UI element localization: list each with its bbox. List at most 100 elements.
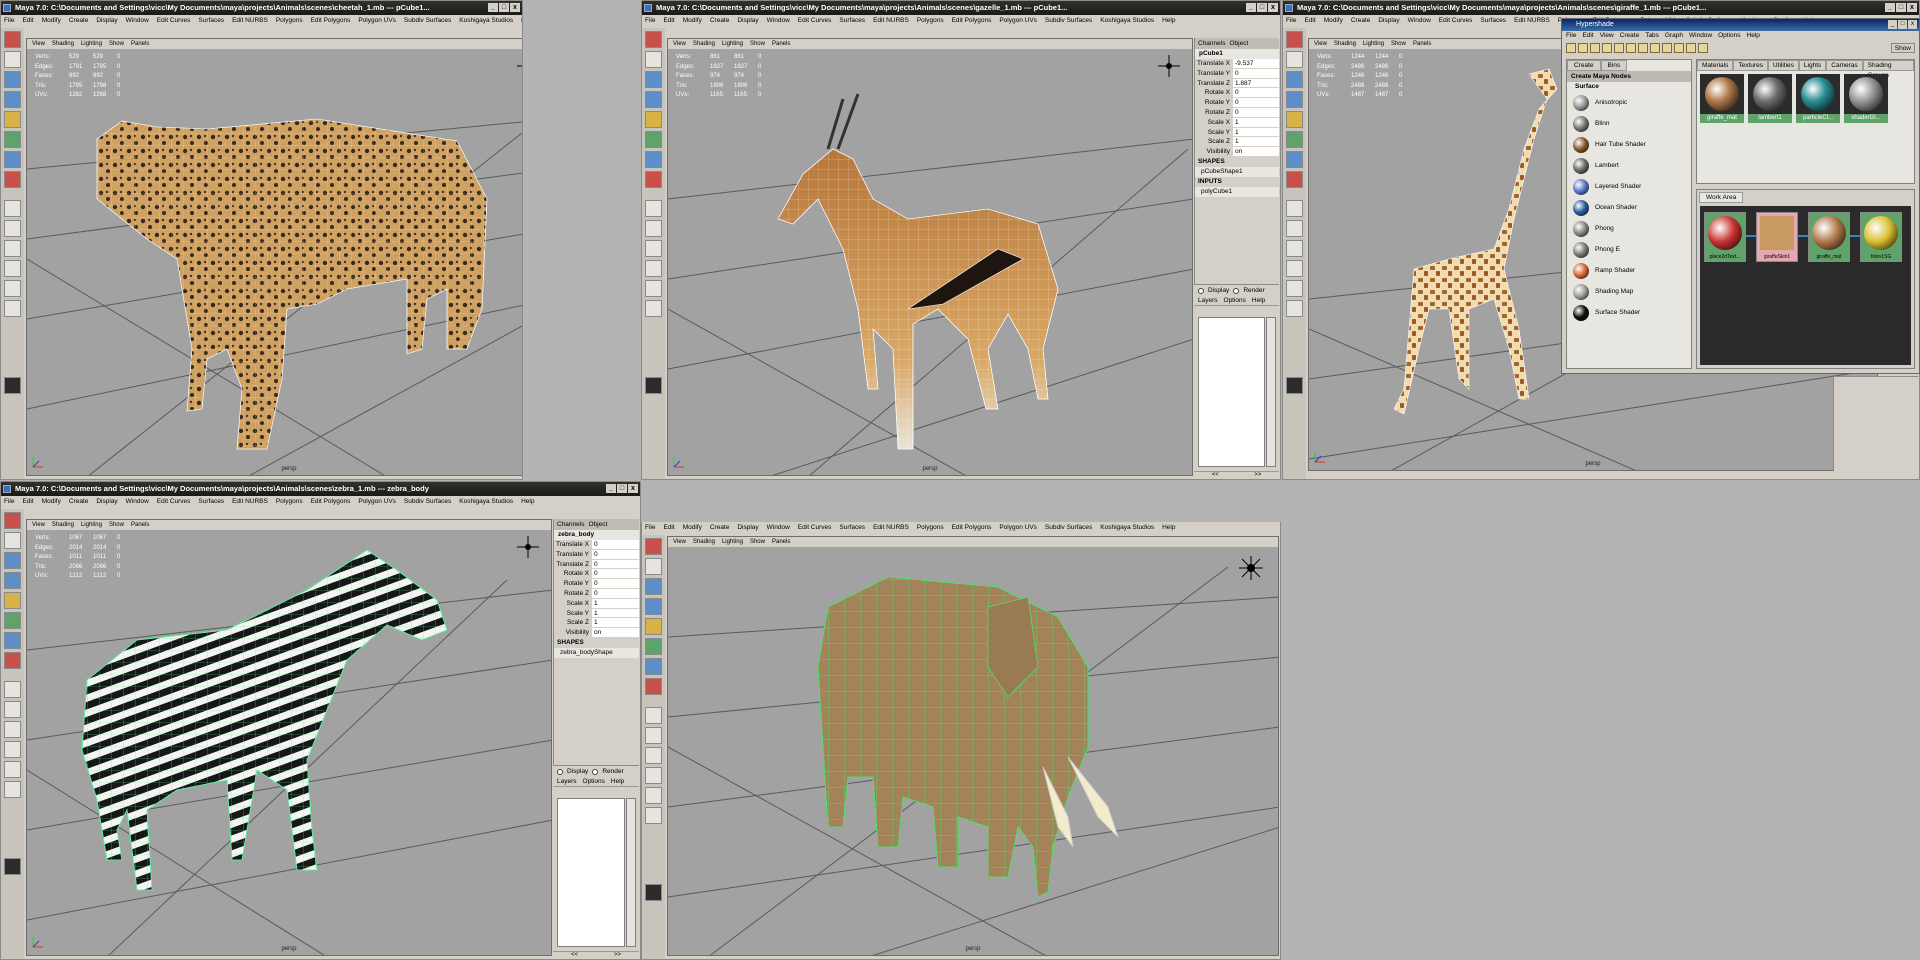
menu-item[interactable]: File [645,522,655,533]
minimize-button[interactable]: _ [1885,3,1895,12]
menu-item[interactable]: Create [1351,15,1371,26]
layout-stack-icon[interactable] [645,767,662,784]
layer-list[interactable] [1198,317,1265,467]
menu-item[interactable]: Window [767,15,790,26]
lasso-tool-icon[interactable] [4,51,21,68]
menu-item[interactable]: Polygon UVs [999,522,1037,533]
menu-item[interactable]: Polygon UVs [999,15,1037,26]
channel-value-field[interactable]: on [592,628,639,638]
layer-menu-item[interactable]: Layers [1198,297,1218,304]
shape-node[interactable]: pCubeShape1 [1195,166,1279,177]
move-tool-icon[interactable] [4,572,21,589]
menu-item[interactable]: Help [1162,15,1175,26]
paint-select-icon[interactable] [645,71,662,88]
paint-select-icon[interactable] [4,71,21,88]
channel-value-field[interactable]: 0 [592,559,639,570]
menu-item[interactable]: Create [69,496,89,507]
title-bar[interactable]: Maya 7.0: C:\Documents and Settings\vicc… [1,482,640,496]
panel-menu-item[interactable]: View [32,39,45,49]
material-swatch[interactable]: particleCl... [1796,74,1840,123]
menu-item[interactable]: Window [1689,31,1712,41]
minimize-button[interactable]: _ [488,3,498,12]
select-tool-icon[interactable] [645,538,662,555]
shape-node[interactable]: zebra_bodyShape [554,647,639,658]
material-swatch[interactable]: giraffe_mat [1700,74,1744,123]
tab-create[interactable]: Create [1567,60,1601,71]
paint-select-icon[interactable] [4,552,21,569]
shader-item[interactable]: Phong E [1567,239,1691,260]
panel-menu-item[interactable]: Panels [131,520,149,530]
scale-tool-icon[interactable] [4,612,21,629]
panel-menu-item[interactable]: Lighting [722,39,743,49]
panel-menu-item[interactable]: Show [1391,39,1406,49]
menu-item[interactable]: Modify [683,522,702,533]
viewport-persp[interactable]: View Shading Lighting Show Panels Verts:… [26,38,522,476]
menu-item[interactable]: Edit Polygons [311,15,351,26]
menu-item[interactable]: Display [737,522,758,533]
panel-menu-item[interactable]: Panels [1413,39,1431,49]
render-radio[interactable] [1233,287,1240,294]
render-radio[interactable] [592,768,599,775]
menu-item[interactable]: Modify [1324,15,1343,26]
toolbar-button-icon[interactable] [1566,43,1576,53]
channel-value-field[interactable]: 0 [1233,88,1279,99]
title-bar[interactable]: Maya 7.0: C:\Documents and Settings\vicc… [1,1,522,15]
lasso-tool-icon[interactable] [1286,51,1303,68]
menu-item[interactable]: Polygon UVs [358,496,396,507]
layer-menu-item[interactable]: Help [611,778,624,785]
scale-tool-icon[interactable] [645,131,662,148]
layout-side-icon[interactable] [4,240,21,257]
menu-item[interactable]: Edit NURBS [873,522,909,533]
scroll-right-button[interactable]: >> [614,952,621,959]
menu-item[interactable]: Display [96,496,117,507]
menu-item[interactable]: Help [1747,31,1760,41]
menu-item[interactable]: Edit [1304,15,1315,26]
menu-item[interactable]: Surfaces [1480,15,1506,26]
menu-item[interactable]: Edit NURBS [232,15,268,26]
graph-node[interactable]: blinn1SG [1860,212,1902,262]
panel-menu-item[interactable]: Lighting [81,39,102,49]
paint-select-icon[interactable] [645,578,662,595]
last-tool-icon[interactable] [4,171,21,188]
menu-item[interactable]: Tabs [1645,31,1659,41]
panel-menu-item[interactable]: Show [750,537,765,547]
toolbar-button-icon[interactable] [1602,43,1612,53]
channel-value-field[interactable]: 0 [592,588,639,599]
layout-stack-icon[interactable] [4,260,21,277]
panel-menu-item[interactable]: Lighting [1363,39,1384,49]
menu-item[interactable]: Surfaces [198,15,224,26]
menu-item[interactable]: File [1566,31,1576,41]
channel-value-field[interactable]: 1.887 [1233,78,1279,89]
channel-value-field[interactable]: 0 [592,549,639,560]
last-tool-icon[interactable] [4,652,21,669]
menu-item[interactable]: Modify [42,15,61,26]
shader-item[interactable]: Layered Shader [1567,176,1691,197]
panel-menu-item[interactable]: Lighting [722,537,743,547]
menu-item[interactable]: Edit Polygons [311,496,351,507]
tab-materials[interactable]: Materials [1697,60,1734,71]
select-tool-icon[interactable] [4,31,21,48]
manipulator-icon[interactable] [4,151,21,168]
menu-item[interactable]: Surfaces [198,496,224,507]
tab-lights[interactable]: Lights [1798,60,1827,71]
view-cube-icon[interactable] [1236,553,1266,583]
manipulator-icon[interactable] [645,658,662,675]
menu-item[interactable]: Koshigaya Studios [1100,522,1154,533]
show-button[interactable]: Show [1890,43,1915,53]
tab-textures[interactable]: Textures [1733,60,1768,71]
menu-item[interactable]: File [4,15,14,26]
channel-value-field[interactable]: on [1233,147,1279,157]
menu-item[interactable]: Display [96,15,117,26]
last-tool-icon[interactable] [1286,171,1303,188]
channel-object-name[interactable]: zebra_body [554,530,639,540]
work-area-graph[interactable]: place2dText... giraffeSkin1 giraffe_mat bli… [1700,206,1911,365]
lasso-tool-icon[interactable] [645,558,662,575]
manipulator-icon[interactable] [4,632,21,649]
menu-item[interactable]: Help [1162,522,1175,533]
title-bar[interactable]: Maya 7.0: C:\Documents and Settings\vicc… [1283,1,1919,15]
menu-item[interactable]: Display [1378,15,1399,26]
menu-item[interactable]: Polygon UVs [358,15,396,26]
layout-graph-icon[interactable] [4,300,21,317]
channel-value-field[interactable]: 1 [1233,127,1279,138]
select-tool-icon[interactable] [1286,31,1303,48]
